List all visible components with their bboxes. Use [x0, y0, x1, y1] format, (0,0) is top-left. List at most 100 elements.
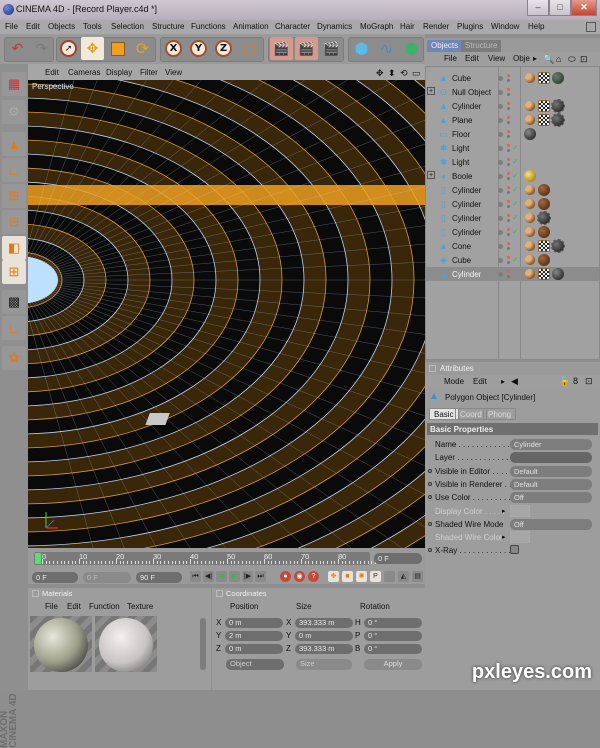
attributes-menu-edit[interactable]: Edit	[473, 377, 487, 386]
end-frame-field[interactable]: 90 F	[136, 572, 182, 583]
editor-visibility-icon[interactable]	[507, 256, 510, 259]
menu-render[interactable]: Render	[423, 22, 449, 31]
position-field[interactable]: 2 m	[225, 631, 283, 641]
materials-menu-texture[interactable]: Texture	[127, 602, 153, 611]
play-backward-button[interactable]: ◀	[216, 571, 227, 582]
move-icon[interactable]: ✥	[81, 37, 104, 60]
object-name[interactable]: Light	[452, 158, 469, 167]
move-view-icon[interactable]: ✥	[376, 68, 384, 79]
enabled-check-icon[interactable]: ✓	[512, 199, 519, 208]
object-name[interactable]: Null Object	[452, 88, 491, 97]
editor-visibility-icon[interactable]	[507, 200, 510, 203]
mat-tag-icon[interactable]	[538, 226, 550, 238]
matstripe-tag-icon[interactable]	[551, 239, 565, 253]
object-name[interactable]: Cube	[452, 256, 471, 265]
uvw-tag-icon[interactable]	[538, 72, 550, 84]
rotate-view-icon[interactable]: ⟲	[400, 68, 408, 79]
object-name[interactable]: Cylinder	[452, 200, 481, 209]
object-name[interactable]: Cylinder	[452, 270, 481, 279]
render-settings-icon[interactable]: 🎬	[320, 37, 343, 60]
panel-checkbox[interactable]	[216, 590, 223, 597]
expand-arrow-icon[interactable]: ▸	[502, 533, 506, 541]
point-level-icon[interactable]: ⁘	[384, 571, 395, 582]
minimize-button[interactable]: –	[527, 0, 549, 16]
new-window-icon[interactable]: ⊡	[580, 54, 588, 65]
use-edges-tool-icon[interactable]: ⊟	[2, 210, 26, 234]
expand-toggle-icon[interactable]: +	[427, 171, 435, 179]
texture-axis-icon[interactable]: ∟	[2, 316, 26, 340]
object-name[interactable]: Cylinder	[452, 102, 481, 111]
render-visibility-icon[interactable]	[507, 135, 510, 138]
use-axis-tool-icon[interactable]: ∟	[2, 158, 26, 182]
phong-tag-icon[interactable]	[524, 114, 536, 126]
enabled-check-icon[interactable]: ✓	[512, 171, 519, 180]
menu-selection[interactable]: Selection	[111, 22, 144, 31]
menu-character[interactable]: Character	[275, 22, 310, 31]
phong-tag-icon[interactable]	[524, 212, 536, 224]
parameter-key-icon[interactable]: P	[370, 571, 381, 582]
matstripe-tag-icon[interactable]	[537, 211, 551, 225]
x-axis-lock[interactable]: X	[162, 37, 185, 60]
object-name[interactable]: Plane	[452, 116, 472, 125]
object-row[interactable]: ◈ Cube ✓	[426, 253, 599, 267]
use-model-mode-icon[interactable]: ▦	[2, 72, 26, 96]
mat-tag-icon[interactable]	[538, 198, 550, 210]
object-row[interactable]: ▲ Plane	[426, 113, 599, 127]
size-field[interactable]: 0 m	[295, 631, 353, 641]
color-swatch[interactable]	[510, 504, 530, 517]
editor-visibility-icon[interactable]	[507, 116, 510, 119]
object-name[interactable]: Cylinder	[452, 228, 481, 237]
property-value-field[interactable]: Off	[510, 492, 592, 504]
viewport-menu-display[interactable]: Display	[106, 68, 132, 77]
size-field[interactable]: 393.333 m	[295, 644, 353, 654]
live-selection-icon[interactable]: ➚	[57, 37, 80, 60]
menu-structure[interactable]: Structure	[152, 22, 184, 31]
enabled-check-icon[interactable]: ✓	[512, 185, 519, 194]
playhead[interactable]	[35, 553, 41, 564]
z-axis-lock[interactable]: Z	[212, 37, 235, 60]
view-icon[interactable]: ⬭	[568, 54, 576, 65]
object-row[interactable]: ✱ Light ✓	[426, 155, 599, 169]
use-polygon-selection-icon[interactable]: ⊞	[2, 260, 26, 284]
render-visibility-icon[interactable]	[507, 275, 510, 278]
maximize-view-icon[interactable]: ▭	[412, 68, 421, 79]
matgold-tag-icon[interactable]	[524, 170, 536, 182]
more-arrow-icon[interactable]: ▸	[501, 377, 505, 386]
motion-path-icon[interactable]: ◭	[398, 571, 409, 582]
render-visibility-icon[interactable]	[507, 163, 510, 166]
scale-key-icon[interactable]: ■	[342, 571, 353, 582]
uvw-tag-icon[interactable]	[538, 268, 550, 280]
go-to-start-button[interactable]: ⏮	[190, 571, 201, 582]
object-row[interactable]: ▲ Cube	[426, 71, 599, 85]
viewport-perspective[interactable]: Perspective	[28, 80, 425, 548]
object-row[interactable]: + ⊙ Null Object	[426, 85, 599, 99]
editor-visibility-icon[interactable]	[507, 186, 510, 189]
property-value-field[interactable]	[510, 452, 592, 464]
object-row[interactable]: ▯ Cylinder ✓	[426, 225, 599, 239]
size-mode-dropdown[interactable]: Size	[296, 659, 352, 670]
render-visibility-icon[interactable]	[507, 93, 510, 96]
menu-plugins[interactable]: Plugins	[457, 22, 483, 31]
render-visibility-icon[interactable]	[507, 219, 510, 222]
zoom-view-icon[interactable]: ⬍	[388, 68, 396, 79]
menu-animation[interactable]: Animation	[233, 22, 269, 31]
enabled-check-icon[interactable]: ✓	[512, 255, 519, 264]
cube-primitive-icon[interactable]: ⬢	[350, 37, 373, 60]
animate-bullet-icon[interactable]	[428, 495, 432, 500]
position-field[interactable]: 0 m	[225, 618, 283, 628]
use-points-tool-icon[interactable]: ⊞	[2, 184, 26, 208]
objects-menu-edit[interactable]: Edit	[465, 54, 479, 63]
rotation-field[interactable]: 0 °	[364, 644, 422, 654]
materials-menu-edit[interactable]: Edit	[67, 602, 81, 611]
materials-menu-function[interactable]: Function	[89, 602, 120, 611]
editor-visibility-icon[interactable]	[507, 88, 510, 91]
use-object-axis-icon[interactable]: ⚙	[2, 100, 26, 124]
matgreen-tag-icon[interactable]	[552, 72, 564, 84]
object-row[interactable]: ▯ Cylinder ✓	[426, 211, 599, 225]
object-name[interactable]: Cone	[452, 242, 471, 251]
animate-bullet-icon[interactable]	[428, 548, 432, 553]
tab-structure[interactable]: Structure	[461, 40, 502, 52]
color-swatch[interactable]	[510, 531, 530, 544]
render-visibility-icon[interactable]	[507, 121, 510, 124]
editor-visibility-icon[interactable]	[507, 158, 510, 161]
